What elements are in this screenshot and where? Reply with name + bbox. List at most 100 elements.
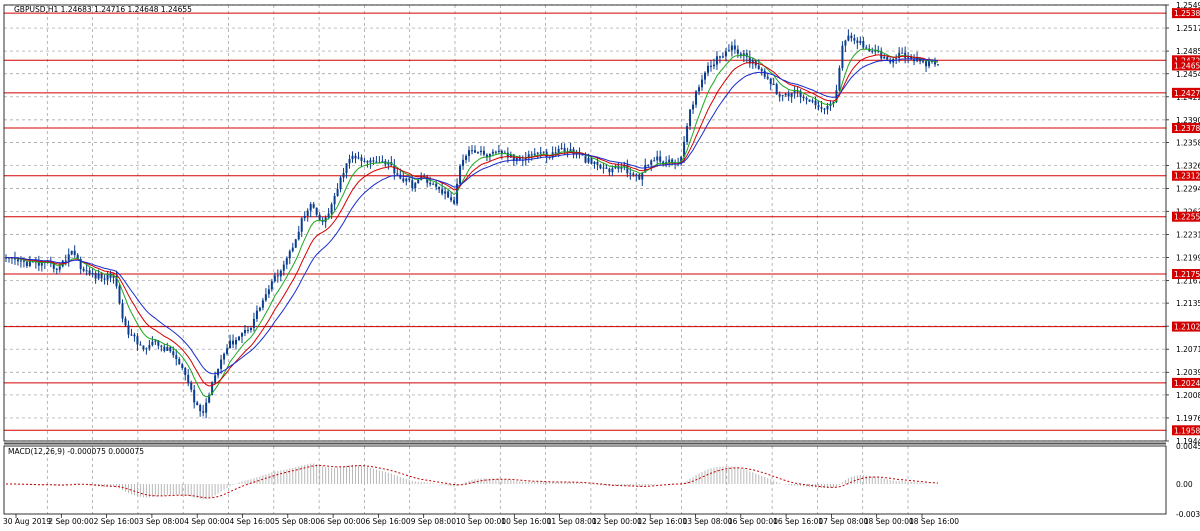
- candle-body: [351, 155, 354, 160]
- x-tick-label: 10 Sep 16:00: [501, 517, 551, 526]
- candle-body: [494, 151, 497, 153]
- grid: [4, 4, 1166, 514]
- candle-body: [462, 159, 465, 166]
- candle-body: [273, 275, 276, 282]
- candle-body: [491, 151, 494, 154]
- candle-body: [479, 150, 482, 153]
- candle-body: [240, 333, 243, 337]
- candle-body: [163, 346, 166, 351]
- candle-body: [602, 167, 605, 169]
- candle-body: [587, 157, 590, 163]
- candle-body: [441, 189, 444, 194]
- candle-body: [309, 204, 312, 211]
- x-tick-label: 18 Sep 00:00: [864, 517, 914, 526]
- candle-body: [736, 49, 739, 54]
- candle-body: [656, 156, 659, 161]
- candle-body: [724, 51, 727, 57]
- candle-body: [133, 334, 136, 337]
- candle-body: [154, 340, 157, 342]
- candle-body: [533, 153, 536, 156]
- candle-body: [760, 68, 763, 71]
- y-tick-label: 1.24855: [1176, 47, 1200, 56]
- candle-body: [223, 353, 226, 360]
- y-tick-label: 1.20395: [1176, 368, 1200, 377]
- candle-body: [476, 152, 479, 154]
- candle-body: [25, 261, 28, 266]
- candle-body: [178, 359, 181, 365]
- macd-panel: [6, 463, 939, 500]
- candle-body: [243, 329, 246, 334]
- candle-body: [471, 150, 473, 152]
- candle-body: [632, 173, 635, 176]
- candle-body: [698, 87, 701, 92]
- candle-body: [620, 167, 623, 169]
- candle-body: [805, 98, 808, 100]
- candle-body: [187, 374, 190, 383]
- candle-body: [444, 191, 447, 194]
- candle-body: [67, 254, 70, 261]
- price-level-value: 1.21029: [1174, 323, 1200, 332]
- candle-body: [369, 160, 372, 163]
- candle-body: [465, 155, 468, 160]
- candle-body: [288, 251, 291, 259]
- candle-body: [169, 347, 172, 352]
- candle-body: [28, 261, 31, 266]
- candle-body: [635, 174, 638, 176]
- candle-body: [856, 40, 859, 43]
- x-tick-label: 12 Sep 00:00: [592, 517, 642, 526]
- candle-body: [297, 231, 300, 240]
- candle-body: [913, 59, 916, 62]
- x-tick-label: 2 Sep 16:00: [94, 517, 140, 526]
- candle-body: [300, 218, 303, 232]
- candle-body: [238, 336, 240, 340]
- candle-body: [608, 168, 611, 173]
- chart-canvas: 30 Aug 20192 Sep 00:00 2 Sep 16:00 3 Sep 0…: [3, 1, 1200, 526]
- candle-body: [82, 268, 85, 271]
- candle-body: [874, 50, 877, 52]
- candle-body: [366, 161, 369, 163]
- candle-body: [136, 336, 139, 345]
- candle-body: [727, 50, 730, 52]
- y-tick-label: 1.25175: [1176, 24, 1200, 33]
- candle-body: [196, 402, 199, 406]
- price-level-value: 1.19589: [1174, 426, 1200, 435]
- candle-body: [590, 157, 593, 164]
- candle-body: [199, 405, 202, 412]
- candle-body: [333, 195, 336, 205]
- candle-body: [202, 411, 205, 413]
- candle-body: [811, 100, 814, 102]
- candle-body: [599, 164, 602, 169]
- moving-averages: [5, 48, 939, 398]
- candle-body: [757, 65, 760, 69]
- candle-body: [704, 72, 706, 80]
- candle-body: [94, 272, 97, 279]
- candle-body: [145, 348, 148, 350]
- candle-body: [181, 364, 184, 368]
- candle-body: [417, 179, 420, 184]
- candle-body: [730, 45, 733, 51]
- candle-body: [279, 270, 282, 277]
- candle-body: [172, 351, 175, 356]
- candle-body: [103, 278, 106, 280]
- candle-body: [151, 341, 154, 346]
- y-tick-label: 1.23265: [1176, 162, 1200, 171]
- candle-body: [928, 61, 931, 67]
- candle-body: [175, 355, 178, 360]
- price-level-value: 1.23124: [1174, 172, 1200, 181]
- candle-body: [518, 157, 521, 160]
- candle-body: [429, 182, 432, 185]
- candle-body: [91, 272, 94, 274]
- candle-body: [886, 56, 889, 60]
- candle-body: [497, 150, 500, 152]
- candle-body: [22, 260, 25, 262]
- candle-body: [883, 56, 886, 59]
- candle-body: [205, 402, 208, 413]
- candle-body: [712, 64, 715, 67]
- candle-body: [820, 107, 823, 109]
- candle-body: [922, 61, 925, 63]
- candle-body: [270, 281, 273, 290]
- candle-body: [706, 65, 709, 73]
- candle-body: [937, 64, 939, 66]
- price-level-value: 1.23787: [1174, 124, 1200, 133]
- candle-body: [139, 344, 142, 346]
